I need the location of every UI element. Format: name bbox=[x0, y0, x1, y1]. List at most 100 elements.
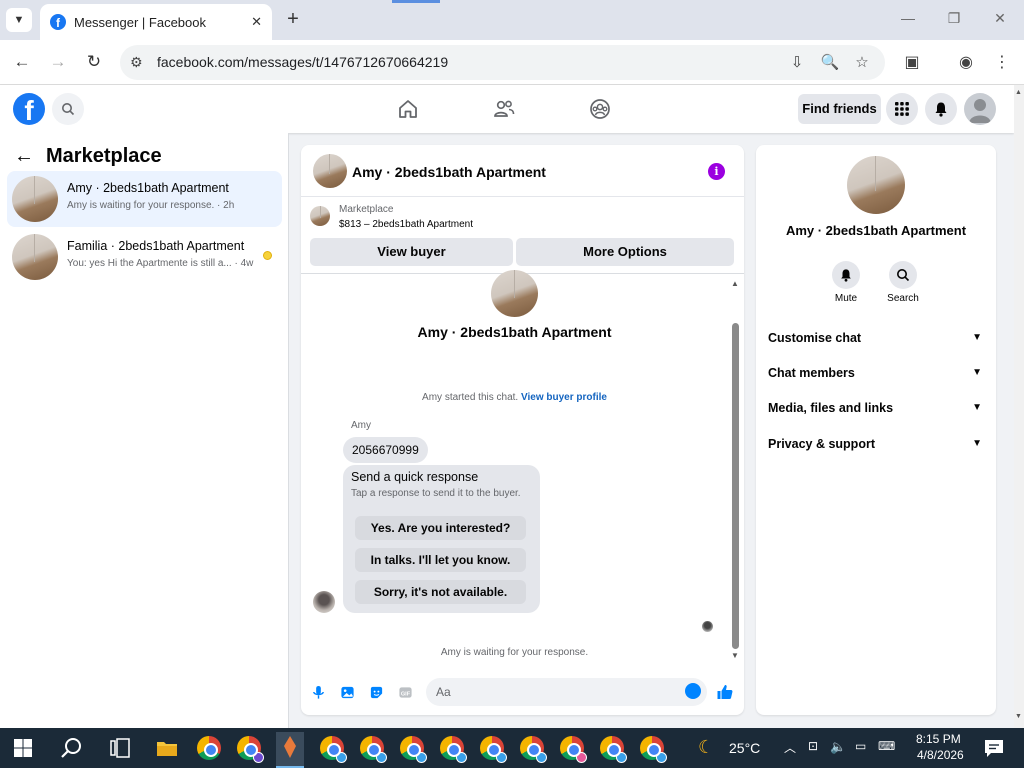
listing-price-title[interactable]: $813 – 2beds1bath Apartment bbox=[339, 219, 473, 230]
seen-receipt-avatar bbox=[702, 621, 713, 632]
menu-grid-button[interactable] bbox=[886, 93, 918, 125]
chevron-down-icon: ▼ bbox=[972, 332, 982, 343]
chrome-profile-icon[interactable] bbox=[640, 736, 667, 763]
chrome-profile-icon[interactable] bbox=[520, 736, 547, 763]
conversation-item-familia[interactable]: Familia · 2beds1bath Apartment You: yes … bbox=[7, 229, 282, 285]
conversation-info-panel: Amy · 2beds1bath Apartment Mute Search C… bbox=[756, 145, 996, 715]
groups-nav-button[interactable] bbox=[588, 97, 612, 121]
network-icon[interactable]: ▭ bbox=[855, 739, 866, 753]
conversation-item-amy[interactable]: Amy · 2beds1bath Apartment Amy is waitin… bbox=[7, 171, 282, 227]
scroll-down-arrow-icon[interactable]: ▼ bbox=[731, 651, 739, 660]
browser-menu-icon[interactable]: ⋮ bbox=[991, 52, 1013, 72]
tab-close-icon[interactable]: ✕ bbox=[251, 14, 262, 30]
back-arrow-icon[interactable]: ← bbox=[14, 145, 34, 168]
browser-tab-messenger[interactable]: f Messenger | Facebook ✕ bbox=[40, 4, 272, 40]
section-customise-chat[interactable]: Customise chat ▼ bbox=[768, 325, 984, 351]
listing-thumbnail[interactable] bbox=[310, 206, 330, 226]
zoom-icon[interactable]: 🔍 bbox=[820, 53, 840, 71]
profile-icon[interactable]: ◉ bbox=[955, 52, 977, 72]
account-avatar[interactable] bbox=[964, 93, 996, 125]
forward-arrow-icon[interactable]: → bbox=[48, 52, 68, 72]
marketplace-listing-strip: Marketplace $813 – 2beds1bath Apartment … bbox=[301, 198, 744, 274]
conversation-snippet: Amy is waiting for your response. · 2h bbox=[67, 200, 235, 211]
sidebar-header: ← Marketplace bbox=[14, 145, 162, 168]
volume-icon[interactable]: 🔈 bbox=[830, 739, 846, 755]
tray-chevron-up-icon[interactable]: ︿ bbox=[784, 739, 796, 756]
facebook-logo-icon[interactable]: f bbox=[13, 93, 45, 125]
scroll-up-arrow-icon[interactable]: ▲ bbox=[1015, 89, 1022, 96]
conversation-sidebar: ← Marketplace Amy · 2beds1bath Apartment… bbox=[0, 133, 289, 728]
photo-icon[interactable] bbox=[340, 685, 355, 700]
clock-date[interactable]: 4/8/2026 bbox=[917, 748, 964, 762]
tab-search-button[interactable]: ▼ bbox=[6, 8, 32, 32]
clock-time[interactable]: 8:15 PM bbox=[916, 732, 961, 746]
restore-icon[interactable]: ❐ bbox=[944, 10, 964, 27]
chat-title[interactable]: Amy · 2beds1bath Apartment bbox=[352, 164, 546, 180]
marketplace-label: Marketplace bbox=[339, 204, 394, 215]
message-input[interactable]: Aa bbox=[426, 678, 707, 706]
page-scrollbar[interactable]: ▲ ▼ bbox=[1014, 85, 1024, 728]
url-text[interactable]: facebook.com/messages/t/1476712670664219 bbox=[157, 54, 448, 70]
meet-now-icon[interactable]: ⊡ bbox=[808, 739, 818, 753]
microphone-icon[interactable] bbox=[311, 685, 326, 700]
reload-icon[interactable]: ↻ bbox=[84, 52, 104, 72]
facebook-search-button[interactable] bbox=[52, 93, 84, 125]
site-info-icon[interactable]: ⚙ bbox=[130, 54, 143, 71]
chrome-profile-icon[interactable] bbox=[400, 736, 427, 763]
extensions-icon[interactable]: ▣ bbox=[901, 52, 923, 72]
weather-moon-icon[interactable]: ☾ bbox=[698, 737, 714, 758]
chrome-profile-icon[interactable] bbox=[360, 736, 387, 763]
minimize-icon[interactable]: — bbox=[898, 10, 918, 26]
listing-thumbnail bbox=[12, 176, 58, 222]
new-tab-button[interactable]: + bbox=[282, 8, 304, 30]
address-bar[interactable]: ⚙ facebook.com/messages/t/14767126706642… bbox=[120, 45, 885, 80]
chrome-profile-icon[interactable] bbox=[560, 736, 587, 763]
keyboard-icon[interactable]: ⌨ bbox=[878, 739, 895, 753]
thumbs-up-icon[interactable] bbox=[716, 683, 734, 701]
chrome-profile-icon[interactable] bbox=[320, 736, 347, 763]
view-buyer-button[interactable]: View buyer bbox=[310, 238, 513, 266]
section-privacy-support[interactable]: Privacy & support ▼ bbox=[768, 431, 984, 457]
quick-reply-not-available[interactable]: Sorry, it's not available. bbox=[355, 580, 526, 604]
friends-nav-button[interactable] bbox=[492, 97, 516, 121]
active-app-icon[interactable] bbox=[276, 732, 304, 768]
windows-start-icon[interactable] bbox=[13, 738, 33, 758]
view-buyer-profile-link[interactable]: View buyer profile bbox=[521, 392, 607, 403]
window-close-icon[interactable]: ✕ bbox=[990, 10, 1010, 27]
find-friends-button[interactable]: Find friends bbox=[798, 94, 881, 124]
notifications-button[interactable] bbox=[925, 93, 957, 125]
chat-scrollbar-thumb[interactable] bbox=[732, 323, 739, 649]
weather-temperature[interactable]: 25°C bbox=[729, 740, 760, 756]
chat-started-notice: Amy started this chat. View buyer profil… bbox=[301, 392, 728, 403]
sticker-icon[interactable] bbox=[369, 685, 384, 700]
mute-button[interactable]: Mute bbox=[821, 261, 871, 304]
install-app-icon[interactable]: ⇩ bbox=[787, 53, 807, 71]
taskbar-search-icon[interactable] bbox=[60, 736, 84, 760]
file-explorer-icon[interactable] bbox=[155, 736, 179, 760]
back-arrow-icon[interactable]: ← bbox=[12, 52, 32, 72]
quick-reply-in-talks[interactable]: In talks. I'll let you know. bbox=[355, 548, 526, 572]
notification-center-icon[interactable] bbox=[982, 736, 1006, 760]
tab-drag-indicator bbox=[392, 0, 440, 3]
home-nav-button[interactable] bbox=[396, 97, 420, 121]
chrome-profile-icon[interactable] bbox=[440, 736, 467, 763]
chat-avatar[interactable] bbox=[313, 154, 347, 188]
chrome-app-icon[interactable] bbox=[197, 736, 221, 760]
sender-avatar[interactable] bbox=[313, 591, 335, 613]
bookmark-star-icon[interactable]: ☆ bbox=[852, 53, 872, 71]
chrome-profile-icon[interactable] bbox=[237, 736, 264, 763]
search-in-conversation-button[interactable]: Search bbox=[878, 261, 928, 304]
more-options-button[interactable]: More Options bbox=[516, 238, 734, 266]
chrome-profile-icon[interactable] bbox=[480, 736, 507, 763]
conversation-info-icon[interactable]: i bbox=[708, 163, 725, 180]
gif-icon[interactable]: GIF bbox=[398, 685, 413, 700]
section-media-files-links[interactable]: Media, files and links ▼ bbox=[768, 395, 984, 421]
scroll-down-arrow-icon[interactable]: ▼ bbox=[1015, 713, 1022, 720]
chrome-profile-icon[interactable] bbox=[600, 736, 627, 763]
quick-reply-interested[interactable]: Yes. Are you interested? bbox=[355, 516, 526, 540]
section-chat-members[interactable]: Chat members ▼ bbox=[768, 360, 984, 386]
task-view-icon[interactable] bbox=[108, 736, 132, 760]
message-bubble[interactable]: 2056670999 bbox=[343, 437, 428, 463]
emoji-icon[interactable] bbox=[685, 683, 701, 699]
scroll-up-arrow-icon[interactable]: ▲ bbox=[731, 279, 739, 288]
